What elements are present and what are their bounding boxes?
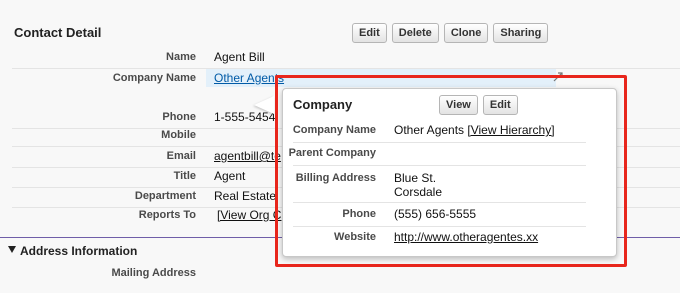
- company-phone-value: (555) 656-5555: [394, 207, 477, 221]
- delete-button[interactable]: Delete: [391, 23, 439, 43]
- field-label: Mailing Address: [111, 267, 196, 279]
- billing-address-line1: Blue St.: [394, 171, 437, 185]
- field-row-mailing-address: Mailing Address: [0, 262, 680, 285]
- row-divider: [293, 202, 586, 203]
- popup-row-website: Website http://www.otheragentes.xx: [283, 228, 618, 250]
- resize-icon: [553, 72, 563, 82]
- field-row-name: Name Agent Bill: [0, 46, 680, 69]
- field-label: Department: [134, 190, 196, 202]
- section-title: Address Information: [20, 244, 138, 258]
- popup-button-bar: View Edit: [439, 95, 518, 115]
- billing-address-line2: Corsdale: [394, 185, 443, 199]
- company-name-link[interactable]: Other Agents: [214, 71, 284, 85]
- popup-field-label: Parent Company: [288, 147, 376, 159]
- detail-button-bar: Edit Delete Clone Sharing: [352, 23, 549, 43]
- popup-title: Company: [293, 97, 353, 112]
- contact-detail-page: Contact Detail Edit Delete Clone Sharing…: [0, 0, 680, 293]
- field-value-name: Agent Bill: [214, 50, 265, 64]
- view-org-chart-link[interactable]: [View Org C: [217, 208, 281, 222]
- collapse-triangle-icon[interactable]: [8, 246, 16, 253]
- website-link[interactable]: http://www.otheragentes.xx: [394, 230, 538, 244]
- page-title: Contact Detail: [14, 25, 102, 40]
- clone-button[interactable]: Clone: [443, 23, 489, 43]
- row-divider: [293, 165, 586, 166]
- popup-row-parent-company: Parent Company: [283, 144, 618, 166]
- row-divider: [293, 226, 586, 227]
- field-label: Title: [173, 170, 196, 182]
- field-value-department: Real Estate: [214, 189, 277, 203]
- field-label: Email: [166, 150, 196, 162]
- view-hierarchy-link[interactable]: [View Hierarchy]: [467, 123, 554, 137]
- email-link[interactable]: agentbill@te: [214, 149, 281, 163]
- popup-row-company-name: Company Name Other Agents [View Hierarch…: [283, 121, 618, 143]
- popup-field-label: Billing Address: [295, 172, 376, 184]
- billing-address-value: Blue St. Corsdale: [394, 171, 442, 199]
- popup-field-label: Website: [334, 231, 376, 243]
- field-label: Company Name: [112, 72, 196, 84]
- popup-row-phone: Phone (555) 656-5555: [283, 205, 618, 227]
- edit-button[interactable]: Edit: [352, 23, 387, 43]
- field-label: Phone: [162, 111, 196, 123]
- field-value-title: Agent: [214, 169, 246, 183]
- company-hover-popup: Company View Edit Company Name Other Age…: [282, 88, 617, 257]
- company-name-value: Other Agents: [394, 123, 465, 137]
- field-label: Name: [166, 51, 196, 63]
- popup-field-label: Company Name: [292, 124, 376, 136]
- popup-field-label: Phone: [342, 208, 376, 220]
- row-divider: [293, 142, 586, 143]
- field-label: Reports To: [138, 209, 196, 221]
- popup-field-value: Other Agents [View Hierarchy]: [394, 123, 555, 137]
- field-label: Mobile: [161, 129, 196, 141]
- field-row-company: Company Name Other Agents: [0, 67, 680, 90]
- sharing-button[interactable]: Sharing: [493, 23, 549, 43]
- popup-view-button[interactable]: View: [439, 95, 478, 115]
- popup-edit-button[interactable]: Edit: [482, 95, 518, 115]
- popup-row-billing-address: Billing Address Blue St. Corsdale: [283, 169, 618, 203]
- popup-pointer: [254, 96, 274, 114]
